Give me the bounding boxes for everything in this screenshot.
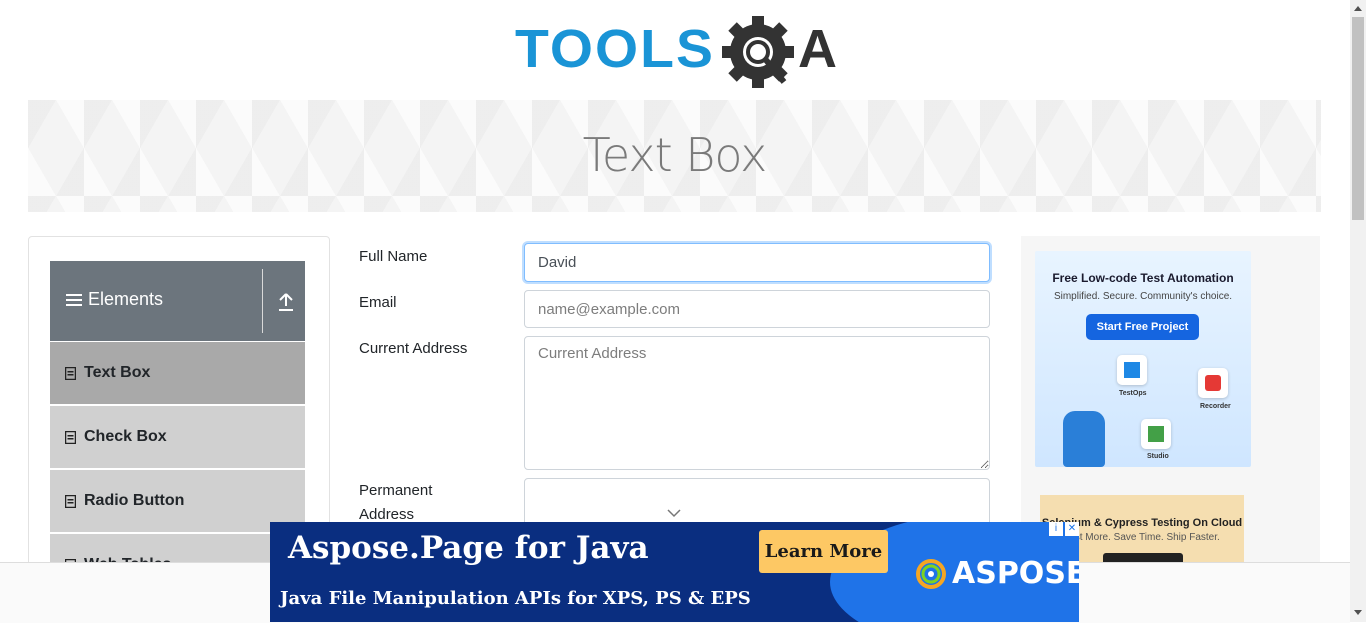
robot-illustration	[1063, 411, 1105, 467]
collapse-up-icon[interactable]	[276, 291, 296, 313]
ad-subtitle: Simplified. Secure. Community's choice.	[1053, 291, 1233, 302]
start-free-project-button[interactable]: Start Free Project	[1086, 314, 1199, 340]
ad-headline: Aspose.Page for Java	[288, 530, 649, 566]
current-address-textarea[interactable]	[524, 336, 990, 470]
sidebar-item-text-box[interactable]: Text Box	[50, 342, 305, 406]
page-banner: Text Box	[28, 100, 1321, 212]
sidebar-item-radio-button[interactable]: Radio Button	[50, 470, 305, 534]
group-title: Elements	[66, 289, 163, 310]
chevron-down-icon	[667, 509, 681, 518]
testops-label: TestOps	[1119, 390, 1147, 397]
html-doc-icon	[65, 494, 76, 508]
toolsqa-logo[interactable]: TOOLS A	[515, 14, 840, 94]
html-doc-icon	[65, 366, 76, 380]
ad-controls: i ✕	[1049, 522, 1079, 536]
ad-info-icon[interactable]: i	[1049, 522, 1063, 536]
studio-label: Studio	[1147, 453, 1169, 460]
studio-icon	[1141, 419, 1171, 449]
sidebar-group-elements[interactable]: Elements	[50, 261, 305, 341]
email-input[interactable]	[524, 290, 990, 328]
page-title: Text Box	[582, 128, 768, 182]
ad-katalon[interactable]: Free Low-code Test Automation Simplified…	[1035, 251, 1251, 467]
scroll-up-arrow[interactable]	[1354, 6, 1362, 11]
sidebar-item-label: Radio Button	[84, 492, 185, 509]
sidebar-item-check-box[interactable]: Check Box	[50, 406, 305, 470]
scroll-thumb[interactable]	[1352, 17, 1364, 220]
scroll-down-arrow[interactable]	[1354, 610, 1362, 615]
ad-subline: Java File Manipulation APIs for XPS, PS …	[280, 588, 751, 609]
recorder-label: Recorder	[1200, 403, 1231, 410]
aspose-brand-text: ASPOSE	[952, 556, 1079, 591]
current-address-label: Current Address	[359, 340, 468, 357]
divider	[262, 269, 263, 333]
gear-icon	[722, 16, 794, 88]
sidebar-item-label: Text Box	[84, 364, 151, 381]
hamburger-icon	[66, 293, 82, 306]
email-label: Email	[359, 294, 397, 311]
full-name-input[interactable]	[524, 243, 990, 282]
ad-close-icon[interactable]: ✕	[1065, 522, 1079, 536]
logo-text-qa: A	[798, 19, 837, 79]
recorder-icon	[1198, 368, 1228, 398]
ad-title: Free Low-code Test Automation	[1052, 271, 1234, 285]
aspose-brand: ASPOSE	[916, 556, 1079, 591]
permanent-address-label: Permanent Address	[359, 482, 433, 523]
sidebar-item-label: Check Box	[84, 428, 167, 445]
learn-more-button[interactable]: Learn More	[759, 530, 888, 573]
html-doc-icon	[65, 430, 76, 444]
page-scrollbar[interactable]	[1350, 0, 1366, 622]
logo-text-tools: TOOLS	[515, 19, 715, 79]
full-name-label: Full Name	[359, 248, 428, 265]
ad-aspose-banner[interactable]: Aspose.Page for Java Java File Manipulat…	[270, 522, 1079, 622]
aspose-logo-icon	[916, 558, 946, 589]
group-title-label: Elements	[88, 289, 164, 309]
testops-icon	[1117, 355, 1147, 385]
